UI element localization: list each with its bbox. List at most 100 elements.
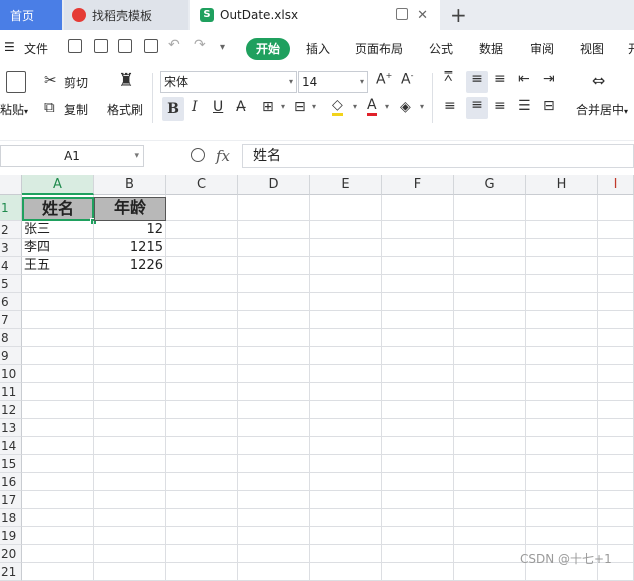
grid-cell[interactable] bbox=[166, 527, 238, 545]
redo-icon[interactable]: ↷ bbox=[194, 37, 206, 53]
column-header-d[interactable]: D bbox=[238, 175, 310, 195]
tab-review[interactable]: 审阅 bbox=[530, 40, 554, 57]
bold-icon[interactable]: B bbox=[162, 97, 184, 121]
grid-cell[interactable] bbox=[22, 473, 94, 491]
grid-cell[interactable] bbox=[526, 275, 598, 293]
align-top-icon[interactable]: ⩞ bbox=[444, 69, 453, 85]
cell-b2[interactable]: 12 bbox=[94, 221, 166, 239]
grid-cell[interactable] bbox=[166, 383, 238, 401]
column-header-g[interactable]: G bbox=[454, 175, 526, 195]
merge-cells-icon[interactable]: ⊟ bbox=[294, 99, 306, 115]
grid-cell[interactable] bbox=[382, 365, 454, 383]
grid-cell[interactable] bbox=[94, 383, 166, 401]
cell-a1[interactable]: 姓名 bbox=[22, 197, 94, 221]
grid-cell[interactable] bbox=[22, 329, 94, 347]
grid-cell[interactable] bbox=[526, 455, 598, 473]
grid-cell[interactable] bbox=[166, 365, 238, 383]
row-header[interactable]: 10 bbox=[0, 365, 22, 383]
column-header-f[interactable]: F bbox=[382, 175, 454, 195]
grid-cell[interactable] bbox=[454, 239, 526, 257]
column-header-a[interactable]: A bbox=[22, 175, 94, 195]
grid-cell[interactable] bbox=[310, 491, 382, 509]
cell-b4[interactable]: 1226 bbox=[94, 257, 166, 275]
grid-cell[interactable] bbox=[382, 275, 454, 293]
column-header-c[interactable]: C bbox=[166, 175, 238, 195]
grid-cell[interactable] bbox=[598, 509, 634, 527]
grid-cell[interactable] bbox=[598, 257, 634, 275]
align-bottom-icon[interactable]: ≡ bbox=[494, 71, 506, 87]
grid-cell[interactable] bbox=[166, 473, 238, 491]
grid-cell[interactable] bbox=[166, 563, 238, 581]
paste-button[interactable]: 粘贴▾ bbox=[0, 101, 28, 118]
grid-cell[interactable] bbox=[166, 329, 238, 347]
tab-page-layout[interactable]: 页面布局 bbox=[355, 40, 403, 57]
grid-cell[interactable] bbox=[238, 239, 310, 257]
grid-cell[interactable] bbox=[166, 195, 238, 221]
grid-cell[interactable] bbox=[598, 527, 634, 545]
font-size-select[interactable]: 14 ▾ bbox=[298, 71, 368, 93]
grid-cell[interactable] bbox=[382, 257, 454, 275]
cell-a3[interactable]: 李四 bbox=[22, 239, 94, 257]
grid-cell[interactable] bbox=[454, 563, 526, 581]
row-header[interactable]: 2 bbox=[0, 221, 22, 239]
grid-cell[interactable] bbox=[310, 329, 382, 347]
clear-format-icon[interactable]: ◈ bbox=[400, 99, 411, 115]
grid-cell[interactable] bbox=[94, 365, 166, 383]
grid-cell[interactable] bbox=[166, 491, 238, 509]
grid-cell[interactable] bbox=[94, 293, 166, 311]
row-header[interactable]: 3 bbox=[0, 239, 22, 257]
grid-cell[interactable] bbox=[598, 311, 634, 329]
print-preview-icon[interactable] bbox=[144, 39, 158, 53]
grid-cell[interactable] bbox=[94, 419, 166, 437]
grid-cell[interactable] bbox=[166, 311, 238, 329]
grid-cell[interactable] bbox=[382, 455, 454, 473]
grid-cell[interactable] bbox=[382, 221, 454, 239]
grid-cell[interactable] bbox=[22, 347, 94, 365]
grid-cell[interactable] bbox=[238, 329, 310, 347]
tab-formulas[interactable]: 公式 bbox=[429, 40, 453, 57]
grid-cell[interactable] bbox=[94, 437, 166, 455]
grid-cell[interactable] bbox=[94, 347, 166, 365]
grid-cell[interactable] bbox=[238, 293, 310, 311]
grid-cell[interactable] bbox=[310, 239, 382, 257]
cell-a2[interactable]: 张三 bbox=[22, 221, 94, 239]
strikethrough-icon[interactable]: A̶ bbox=[236, 99, 246, 115]
tab-insert[interactable]: 插入 bbox=[306, 40, 330, 57]
grid-cell[interactable] bbox=[454, 195, 526, 221]
grid-cell[interactable] bbox=[598, 455, 634, 473]
print-icon[interactable] bbox=[118, 39, 132, 53]
grid-cell[interactable] bbox=[454, 365, 526, 383]
row-header[interactable]: 5 bbox=[0, 275, 22, 293]
close-icon[interactable]: ✕ bbox=[417, 8, 428, 23]
grid-cell[interactable] bbox=[382, 311, 454, 329]
row-header[interactable]: 20 bbox=[0, 545, 22, 563]
window-mode-icon[interactable] bbox=[396, 8, 408, 20]
grid-cell[interactable] bbox=[94, 329, 166, 347]
grid-cell[interactable] bbox=[94, 473, 166, 491]
row-header[interactable]: 13 bbox=[0, 419, 22, 437]
grid-cell[interactable] bbox=[598, 239, 634, 257]
column-header-i[interactable]: I bbox=[598, 175, 634, 195]
grid-cell[interactable] bbox=[598, 329, 634, 347]
grid-cell[interactable] bbox=[598, 195, 634, 221]
insert-function-button[interactable]: fx bbox=[216, 147, 230, 165]
grid-cell[interactable] bbox=[382, 195, 454, 221]
grid-cell[interactable] bbox=[238, 473, 310, 491]
grid-cell[interactable] bbox=[598, 347, 634, 365]
grid-cell[interactable] bbox=[454, 311, 526, 329]
grid-cell[interactable] bbox=[382, 329, 454, 347]
decrease-indent-icon[interactable]: ⇤ bbox=[518, 71, 530, 87]
grid-cell[interactable] bbox=[526, 257, 598, 275]
grid-cell[interactable] bbox=[22, 419, 94, 437]
grid-cell[interactable] bbox=[310, 455, 382, 473]
hamburger-menu-icon[interactable]: ☰ bbox=[4, 40, 15, 54]
grid-cell[interactable] bbox=[454, 257, 526, 275]
grid-cell[interactable] bbox=[238, 311, 310, 329]
grid-cell[interactable] bbox=[454, 545, 526, 563]
grid-cell[interactable] bbox=[310, 347, 382, 365]
grid-cell[interactable] bbox=[526, 293, 598, 311]
scissors-icon[interactable]: ✂ bbox=[44, 71, 57, 89]
grid-cell[interactable] bbox=[22, 311, 94, 329]
grid-cell[interactable] bbox=[238, 509, 310, 527]
grid-cell[interactable] bbox=[166, 257, 238, 275]
